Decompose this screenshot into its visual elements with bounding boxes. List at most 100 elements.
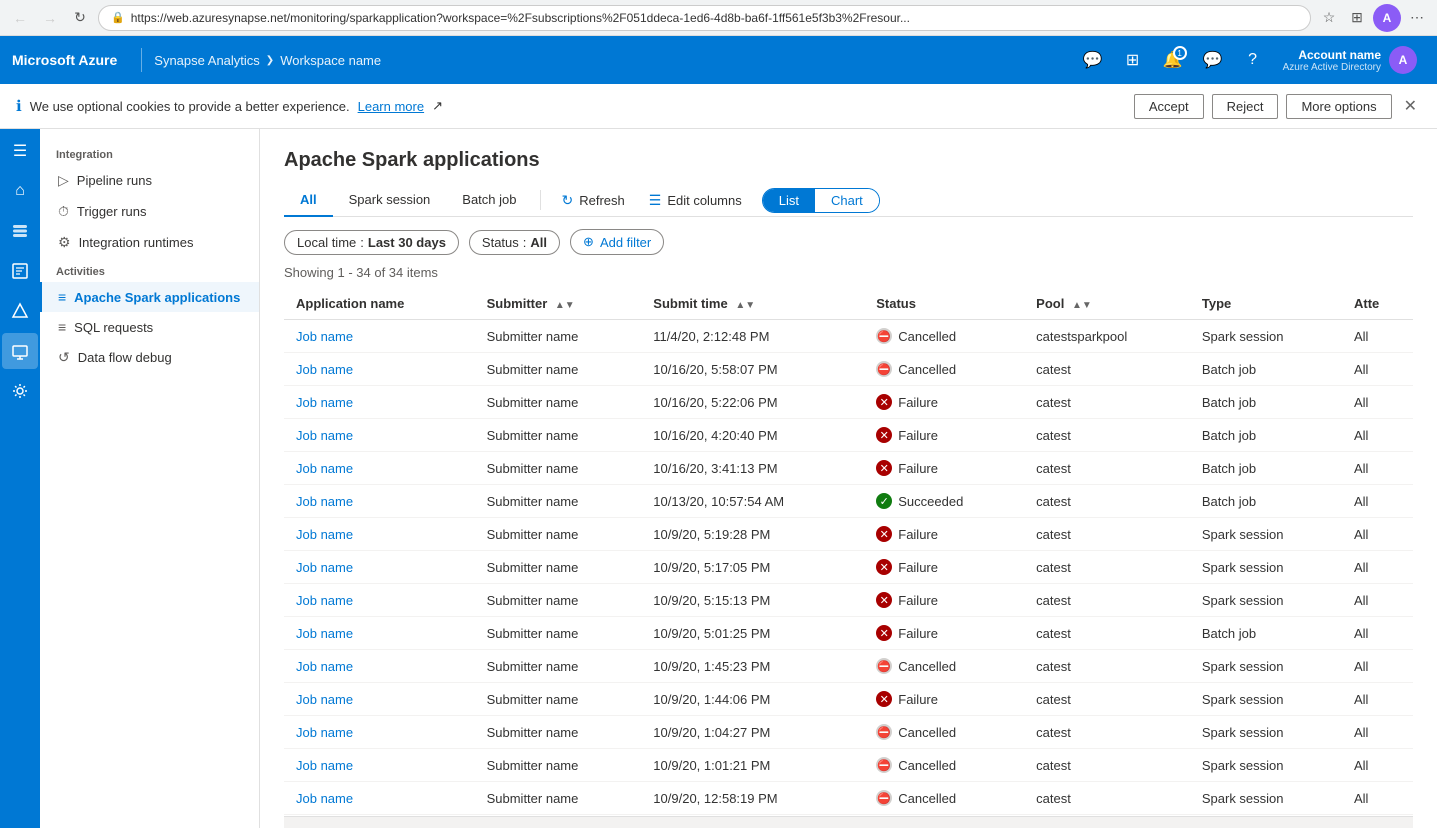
job-link[interactable]: Job name <box>296 791 353 806</box>
sidebar-manage-button[interactable] <box>2 373 38 409</box>
job-link[interactable]: Job name <box>296 362 353 377</box>
sidebar-item-apache-spark[interactable]: ≡ Apache Spark applications <box>40 282 259 312</box>
sidebar-data-button[interactable] <box>2 213 38 249</box>
time-filter-colon: : <box>360 235 364 250</box>
sidebar-home-button[interactable]: ⌂ <box>2 173 38 209</box>
col-pool[interactable]: Pool ▲▼ <box>1024 288 1190 320</box>
col-submitter[interactable]: Submitter ▲▼ <box>475 288 642 320</box>
cell-pool: catest <box>1024 485 1190 518</box>
job-link[interactable]: Job name <box>296 692 353 707</box>
status-icon: ✕ <box>876 427 892 443</box>
chart-view-button[interactable]: Chart <box>815 189 879 212</box>
cell-pool: catest <box>1024 518 1190 551</box>
time-filter[interactable]: Local time : Last 30 days <box>284 230 459 255</box>
cell-submit-time: 10/9/20, 5:01:25 PM <box>641 617 864 650</box>
sidebar-item-data-flow-debug[interactable]: ↺ Data flow debug <box>40 342 259 373</box>
job-link[interactable]: Job name <box>296 659 353 674</box>
data-table: Application name Submitter ▲▼ Submit tim… <box>284 288 1413 815</box>
status-filter[interactable]: Status : All <box>469 230 560 255</box>
sidebar-item-trigger-runs[interactable]: ⏱ Trigger runs <box>40 196 259 227</box>
grid-apps-button[interactable]: ⊞ <box>1115 42 1151 78</box>
data-flow-debug-label: Data flow debug <box>78 350 172 365</box>
grid-button[interactable]: ⊞ <box>1345 6 1369 30</box>
cell-submitter: Submitter name <box>475 716 642 749</box>
tab-all[interactable]: All <box>284 184 333 217</box>
table-wrapper[interactable]: Application name Submitter ▲▼ Submit tim… <box>284 288 1413 816</box>
sidebar-monitor-button[interactable] <box>2 333 38 369</box>
job-link[interactable]: Job name <box>296 461 353 476</box>
cell-app-name: Job name <box>284 716 475 749</box>
sidebar-develop-button[interactable] <box>2 253 38 289</box>
main-layout: ☰ ⌂ <box>0 129 1437 828</box>
job-link[interactable]: Job name <box>296 626 353 641</box>
lock-icon: 🔒 <box>111 11 125 24</box>
col-submit-time[interactable]: Submit time ▲▼ <box>641 288 864 320</box>
profile-avatar[interactable]: A <box>1373 4 1401 32</box>
help-button[interactable]: ? <box>1235 42 1271 78</box>
items-count: Showing 1 - 34 of 34 items <box>284 265 1413 280</box>
sidebar-item-integration-runtimes[interactable]: ⚙ Integration runtimes <box>40 227 259 258</box>
cell-app-name: Job name <box>284 353 475 386</box>
job-link[interactable]: Job name <box>296 494 353 509</box>
cell-app-name: Job name <box>284 749 475 782</box>
status-label: Failure <box>898 395 938 410</box>
status-label: Failure <box>898 626 938 641</box>
reload-button[interactable]: ↻ <box>68 6 92 30</box>
bottom-scrollbar[interactable] <box>284 816 1413 828</box>
sidebar-expand-button[interactable]: ☰ <box>2 133 38 169</box>
cell-app-name: Job name <box>284 650 475 683</box>
more-options-button[interactable]: More options <box>1286 94 1391 119</box>
cell-status: ⛔ Cancelled <box>864 749 1024 782</box>
cell-app-name: Job name <box>284 617 475 650</box>
learn-more-link[interactable]: Learn more <box>358 99 424 114</box>
breadcrumb-workspace[interactable]: Workspace name <box>280 53 381 68</box>
cell-atte: All <box>1342 716 1413 749</box>
accept-button[interactable]: Accept <box>1134 94 1204 119</box>
edit-columns-button[interactable]: ☰ Edit columns <box>637 186 754 215</box>
cell-status: ✕ Failure <box>864 551 1024 584</box>
tab-batch-job[interactable]: Batch job <box>446 184 532 217</box>
bookmark-button[interactable]: ☆ <box>1317 6 1341 30</box>
sql-requests-icon: ≡ <box>58 319 66 335</box>
forward-button[interactable]: → <box>38 6 62 30</box>
cell-submitter: Submitter name <box>475 320 642 353</box>
reject-button[interactable]: Reject <box>1212 94 1279 119</box>
job-link[interactable]: Job name <box>296 527 353 542</box>
tab-spark-session[interactable]: Spark session <box>333 184 447 217</box>
cell-atte: All <box>1342 617 1413 650</box>
cell-submitter: Submitter name <box>475 419 642 452</box>
add-filter-button[interactable]: ⊕ Add filter <box>570 229 664 255</box>
refresh-icon: ↻ <box>561 192 573 209</box>
job-link[interactable]: Job name <box>296 329 353 344</box>
job-link[interactable]: Job name <box>296 725 353 740</box>
col-app-name[interactable]: Application name <box>284 288 475 320</box>
breadcrumb-service: Synapse Analytics <box>154 53 260 68</box>
cell-pool: catestsparkpool <box>1024 320 1190 353</box>
cookie-close-button[interactable]: ✕ <box>1400 92 1421 120</box>
community-button[interactable]: 💬 <box>1195 42 1231 78</box>
cell-type: Batch job <box>1190 386 1342 419</box>
notifications-button[interactable]: 🔔 1 <box>1155 42 1191 78</box>
job-link[interactable]: Job name <box>296 560 353 575</box>
account-section[interactable]: Account name Azure Active Directory A <box>1275 46 1425 74</box>
job-link[interactable]: Job name <box>296 758 353 773</box>
back-button[interactable]: ← <box>8 6 32 30</box>
sidebar-item-sql-requests[interactable]: ≡ SQL requests <box>40 312 259 342</box>
sql-requests-label: SQL requests <box>74 320 153 335</box>
cell-atte: All <box>1342 320 1413 353</box>
job-link[interactable]: Job name <box>296 395 353 410</box>
job-link[interactable]: Job name <box>296 593 353 608</box>
apache-spark-icon: ≡ <box>58 289 66 305</box>
list-view-button[interactable]: List <box>763 189 815 212</box>
sidebar-integrate-button[interactable] <box>2 293 38 329</box>
cell-submit-time: 10/16/20, 3:41:13 PM <box>641 452 864 485</box>
account-avatar[interactable]: A <box>1389 46 1417 74</box>
sidebar-item-pipeline-runs[interactable]: ▷ Pipeline runs <box>40 165 259 196</box>
table-header-row: Application name Submitter ▲▼ Submit tim… <box>284 288 1413 320</box>
refresh-button[interactable]: ↻ Refresh <box>549 186 636 215</box>
feedback-button[interactable]: 💬 <box>1075 42 1111 78</box>
url-bar[interactable]: 🔒 https://web.azuresynapse.net/monitorin… <box>98 5 1311 31</box>
cell-pool: catest <box>1024 683 1190 716</box>
menu-button[interactable]: ⋯ <box>1405 6 1429 30</box>
job-link[interactable]: Job name <box>296 428 353 443</box>
